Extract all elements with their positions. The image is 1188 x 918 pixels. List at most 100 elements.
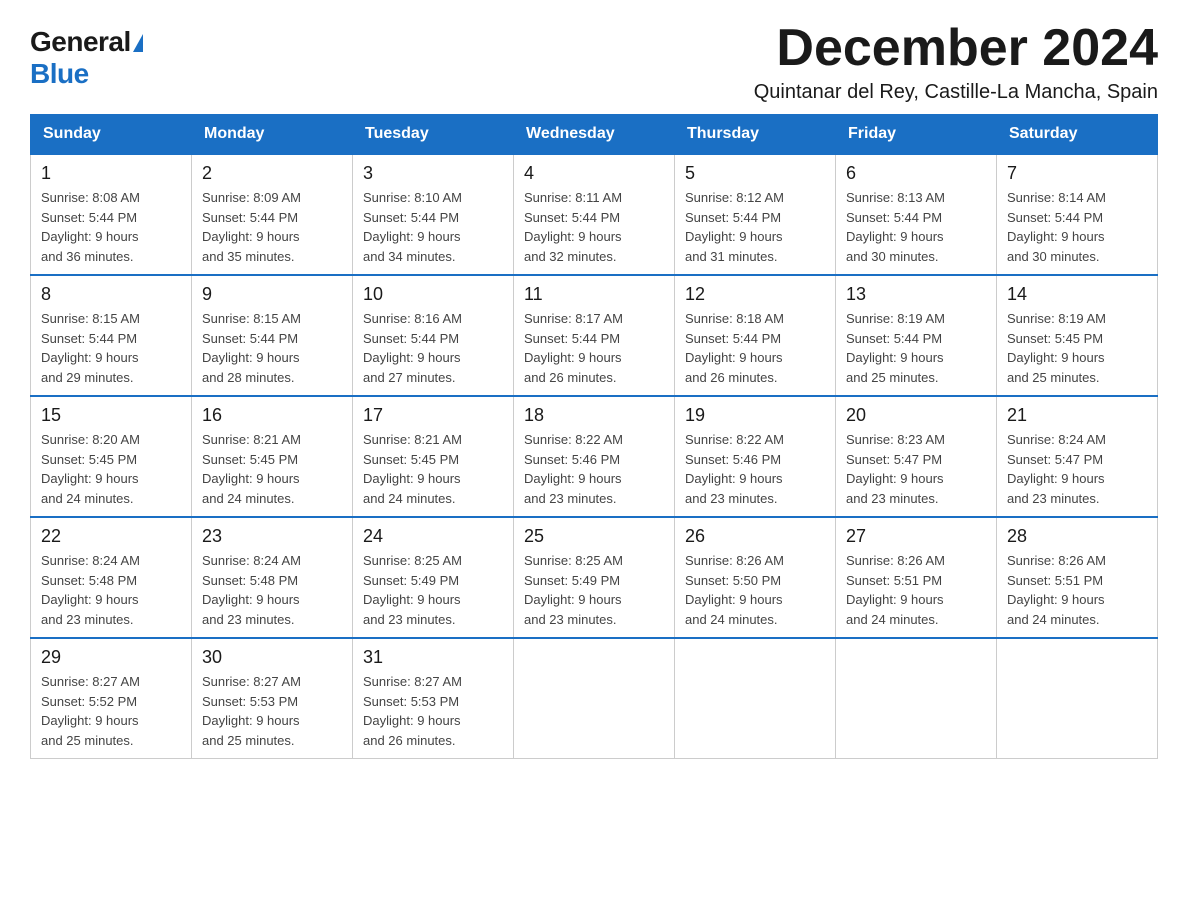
day-info: Sunrise: 8:27 AMSunset: 5:52 PMDaylight:…	[41, 674, 140, 748]
day-info: Sunrise: 8:24 AMSunset: 5:48 PMDaylight:…	[202, 553, 301, 627]
day-number: 23	[202, 526, 342, 547]
day-info: Sunrise: 8:26 AMSunset: 5:51 PMDaylight:…	[846, 553, 945, 627]
day-number: 17	[363, 405, 503, 426]
calendar-cell: 25 Sunrise: 8:25 AMSunset: 5:49 PMDaylig…	[514, 517, 675, 638]
day-number: 27	[846, 526, 986, 547]
calendar-week-row: 1 Sunrise: 8:08 AMSunset: 5:44 PMDayligh…	[31, 154, 1158, 275]
subtitle: Quintanar del Rey, Castille-La Mancha, S…	[754, 81, 1158, 104]
calendar-cell: 24 Sunrise: 8:25 AMSunset: 5:49 PMDaylig…	[353, 517, 514, 638]
weekday-header: Wednesday	[514, 115, 675, 155]
calendar-cell	[675, 638, 836, 759]
calendar-cell: 12 Sunrise: 8:18 AMSunset: 5:44 PMDaylig…	[675, 275, 836, 396]
day-number: 20	[846, 405, 986, 426]
calendar-cell: 22 Sunrise: 8:24 AMSunset: 5:48 PMDaylig…	[31, 517, 192, 638]
day-info: Sunrise: 8:24 AMSunset: 5:48 PMDaylight:…	[41, 553, 140, 627]
weekday-header: Friday	[836, 115, 997, 155]
day-info: Sunrise: 8:19 AMSunset: 5:44 PMDaylight:…	[846, 311, 945, 385]
day-number: 30	[202, 647, 342, 668]
calendar-cell: 15 Sunrise: 8:20 AMSunset: 5:45 PMDaylig…	[31, 396, 192, 517]
calendar-cell: 13 Sunrise: 8:19 AMSunset: 5:44 PMDaylig…	[836, 275, 997, 396]
day-number: 10	[363, 284, 503, 305]
day-number: 11	[524, 284, 664, 305]
calendar-cell: 4 Sunrise: 8:11 AMSunset: 5:44 PMDayligh…	[514, 154, 675, 275]
logo-triangle-icon	[133, 34, 143, 52]
calendar-cell: 17 Sunrise: 8:21 AMSunset: 5:45 PMDaylig…	[353, 396, 514, 517]
day-info: Sunrise: 8:15 AMSunset: 5:44 PMDaylight:…	[41, 311, 140, 385]
calendar-cell: 6 Sunrise: 8:13 AMSunset: 5:44 PMDayligh…	[836, 154, 997, 275]
weekday-header: Monday	[192, 115, 353, 155]
day-info: Sunrise: 8:21 AMSunset: 5:45 PMDaylight:…	[363, 432, 462, 506]
day-number: 8	[41, 284, 181, 305]
day-info: Sunrise: 8:12 AMSunset: 5:44 PMDaylight:…	[685, 190, 784, 264]
calendar-cell: 23 Sunrise: 8:24 AMSunset: 5:48 PMDaylig…	[192, 517, 353, 638]
calendar-cell: 14 Sunrise: 8:19 AMSunset: 5:45 PMDaylig…	[997, 275, 1158, 396]
day-number: 15	[41, 405, 181, 426]
day-info: Sunrise: 8:23 AMSunset: 5:47 PMDaylight:…	[846, 432, 945, 506]
day-info: Sunrise: 8:27 AMSunset: 5:53 PMDaylight:…	[202, 674, 301, 748]
day-info: Sunrise: 8:21 AMSunset: 5:45 PMDaylight:…	[202, 432, 301, 506]
calendar-cell: 31 Sunrise: 8:27 AMSunset: 5:53 PMDaylig…	[353, 638, 514, 759]
day-number: 1	[41, 163, 181, 184]
calendar-cell	[514, 638, 675, 759]
day-number: 5	[685, 163, 825, 184]
calendar-week-row: 22 Sunrise: 8:24 AMSunset: 5:48 PMDaylig…	[31, 517, 1158, 638]
day-info: Sunrise: 8:16 AMSunset: 5:44 PMDaylight:…	[363, 311, 462, 385]
title-section: December 2024 Quintanar del Rey, Castill…	[754, 20, 1158, 104]
calendar-cell: 8 Sunrise: 8:15 AMSunset: 5:44 PMDayligh…	[31, 275, 192, 396]
logo: General Blue	[30, 20, 143, 90]
day-info: Sunrise: 8:13 AMSunset: 5:44 PMDaylight:…	[846, 190, 945, 264]
day-number: 19	[685, 405, 825, 426]
weekday-header: Thursday	[675, 115, 836, 155]
calendar-cell: 9 Sunrise: 8:15 AMSunset: 5:44 PMDayligh…	[192, 275, 353, 396]
calendar-week-row: 15 Sunrise: 8:20 AMSunset: 5:45 PMDaylig…	[31, 396, 1158, 517]
calendar-cell: 1 Sunrise: 8:08 AMSunset: 5:44 PMDayligh…	[31, 154, 192, 275]
day-number: 28	[1007, 526, 1147, 547]
day-number: 22	[41, 526, 181, 547]
calendar-cell: 11 Sunrise: 8:17 AMSunset: 5:44 PMDaylig…	[514, 275, 675, 396]
day-info: Sunrise: 8:09 AMSunset: 5:44 PMDaylight:…	[202, 190, 301, 264]
calendar-table: SundayMondayTuesdayWednesdayThursdayFrid…	[30, 114, 1158, 759]
logo-blue-text: Blue	[30, 58, 89, 89]
day-info: Sunrise: 8:26 AMSunset: 5:51 PMDaylight:…	[1007, 553, 1106, 627]
calendar-cell: 10 Sunrise: 8:16 AMSunset: 5:44 PMDaylig…	[353, 275, 514, 396]
calendar-cell: 18 Sunrise: 8:22 AMSunset: 5:46 PMDaylig…	[514, 396, 675, 517]
calendar-cell: 29 Sunrise: 8:27 AMSunset: 5:52 PMDaylig…	[31, 638, 192, 759]
day-number: 6	[846, 163, 986, 184]
day-info: Sunrise: 8:22 AMSunset: 5:46 PMDaylight:…	[524, 432, 623, 506]
day-info: Sunrise: 8:08 AMSunset: 5:44 PMDaylight:…	[41, 190, 140, 264]
main-title: December 2024	[754, 20, 1158, 77]
day-info: Sunrise: 8:15 AMSunset: 5:44 PMDaylight:…	[202, 311, 301, 385]
calendar-cell: 3 Sunrise: 8:10 AMSunset: 5:44 PMDayligh…	[353, 154, 514, 275]
day-info: Sunrise: 8:24 AMSunset: 5:47 PMDaylight:…	[1007, 432, 1106, 506]
day-number: 14	[1007, 284, 1147, 305]
calendar-cell: 30 Sunrise: 8:27 AMSunset: 5:53 PMDaylig…	[192, 638, 353, 759]
day-info: Sunrise: 8:17 AMSunset: 5:44 PMDaylight:…	[524, 311, 623, 385]
calendar-cell	[997, 638, 1158, 759]
day-info: Sunrise: 8:19 AMSunset: 5:45 PMDaylight:…	[1007, 311, 1106, 385]
day-number: 2	[202, 163, 342, 184]
calendar-week-row: 8 Sunrise: 8:15 AMSunset: 5:44 PMDayligh…	[31, 275, 1158, 396]
day-number: 3	[363, 163, 503, 184]
day-number: 18	[524, 405, 664, 426]
day-info: Sunrise: 8:10 AMSunset: 5:44 PMDaylight:…	[363, 190, 462, 264]
day-number: 29	[41, 647, 181, 668]
day-info: Sunrise: 8:11 AMSunset: 5:44 PMDaylight:…	[524, 190, 622, 264]
day-info: Sunrise: 8:25 AMSunset: 5:49 PMDaylight:…	[524, 553, 623, 627]
calendar-cell: 5 Sunrise: 8:12 AMSunset: 5:44 PMDayligh…	[675, 154, 836, 275]
calendar-cell: 16 Sunrise: 8:21 AMSunset: 5:45 PMDaylig…	[192, 396, 353, 517]
weekday-header: Sunday	[31, 115, 192, 155]
day-number: 25	[524, 526, 664, 547]
calendar-cell: 21 Sunrise: 8:24 AMSunset: 5:47 PMDaylig…	[997, 396, 1158, 517]
day-info: Sunrise: 8:27 AMSunset: 5:53 PMDaylight:…	[363, 674, 462, 748]
day-number: 4	[524, 163, 664, 184]
day-number: 9	[202, 284, 342, 305]
day-number: 31	[363, 647, 503, 668]
day-info: Sunrise: 8:20 AMSunset: 5:45 PMDaylight:…	[41, 432, 140, 506]
day-info: Sunrise: 8:18 AMSunset: 5:44 PMDaylight:…	[685, 311, 784, 385]
day-number: 24	[363, 526, 503, 547]
calendar-cell: 7 Sunrise: 8:14 AMSunset: 5:44 PMDayligh…	[997, 154, 1158, 275]
day-number: 12	[685, 284, 825, 305]
day-info: Sunrise: 8:22 AMSunset: 5:46 PMDaylight:…	[685, 432, 784, 506]
weekday-header: Tuesday	[353, 115, 514, 155]
day-number: 7	[1007, 163, 1147, 184]
